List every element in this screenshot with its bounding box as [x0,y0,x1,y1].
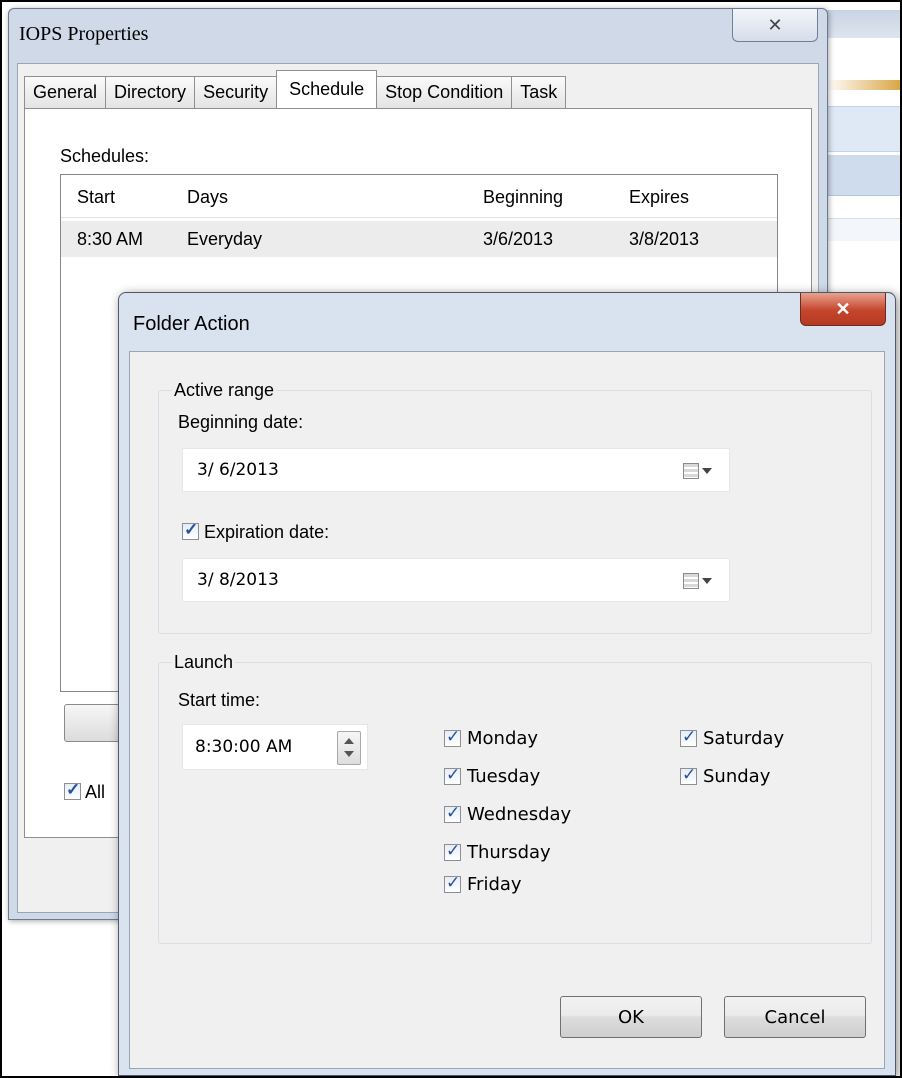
expiration-date-label: Expiration date: [204,522,330,542]
dialog-close-button[interactable]: ✕ [800,293,886,326]
tuesday-checkbox[interactable]: Tuesday [444,765,541,787]
list-header: Start Days Beginning Expires [61,175,777,218]
time-spinner[interactable] [337,731,361,765]
expiration-date-picker[interactable]: 3/ 8/2013 [182,558,730,602]
close-icon: ✕ [767,14,783,35]
expiration-date-value: 3/ 8/2013 [197,570,279,590]
expiration-date-checkbox[interactable]: Expiration date: [182,520,330,543]
start-time-picker[interactable]: 8:30:00 AM [182,724,368,770]
schedule-action-button[interactable] [64,704,126,742]
calendar-icon [683,463,699,479]
background-titlebar [826,10,902,38]
checkbox-checked-icon [444,727,461,747]
column-header-start[interactable]: Start [77,187,115,208]
checkbox-checked-icon [680,727,697,747]
start-time-label: Start time: [178,690,261,710]
calendar-dropdown-button[interactable] [683,461,717,481]
day-label: Saturday [703,728,785,749]
close-icon: ✕ [835,298,851,319]
background-accent [826,80,902,90]
tab-directory[interactable]: Directory [105,76,196,108]
checkbox-checked-icon [444,841,461,861]
all-checkbox[interactable]: All [64,780,106,803]
background-row [826,218,902,241]
checkbox-checked-icon [64,780,81,800]
tab-task[interactable]: Task [511,76,567,108]
monday-checkbox[interactable]: Monday [444,727,539,749]
day-label: Wednesday [467,804,572,825]
background-row [826,106,902,152]
friday-checkbox[interactable]: Friday [444,873,522,895]
spin-up-icon[interactable] [344,738,354,744]
start-time-value: 8:30:00 AM [195,737,293,757]
day-label: Monday [467,728,539,749]
column-header-expires[interactable]: Expires [629,187,689,208]
close-button[interactable]: ✕ [732,9,818,42]
column-header-days[interactable]: Days [187,187,228,208]
background-row-selected [826,155,902,196]
checkbox-checked-icon [182,520,199,540]
launch-group [158,662,872,944]
spin-down-icon[interactable] [344,751,354,757]
beginning-date-label: Beginning date: [178,412,304,432]
calendar-dropdown-button[interactable] [683,571,717,591]
cancel-button[interactable]: Cancel [724,996,866,1038]
chevron-down-icon [702,468,712,474]
sunday-checkbox[interactable]: Sunday [680,765,771,787]
ok-button[interactable]: OK [560,996,702,1038]
active-range-label: Active range [172,380,277,401]
day-label: Friday [467,874,522,895]
chevron-down-icon [702,578,712,584]
background-window [826,10,902,260]
checkbox-checked-icon [444,765,461,785]
dialog-title: Folder Action [133,313,250,335]
day-label: Sunday [703,766,771,787]
tab-stop-condition[interactable]: Stop Condition [376,76,513,108]
thursday-checkbox[interactable]: Thursday [444,841,551,863]
tab-general[interactable]: General [24,76,107,108]
cell-expires: 3/8/2013 [629,229,700,249]
tab-strip: General Directory Security Schedule Stop… [24,70,567,108]
cell-beginning: 3/6/2013 [483,229,554,249]
tab-security[interactable]: Security [194,76,278,108]
checkbox-checked-icon [444,873,461,893]
column-header-beginning[interactable]: Beginning [483,187,563,208]
day-label: Thursday [467,842,551,863]
saturday-checkbox[interactable]: Saturday [680,727,785,749]
cell-start: 8:30 AM [77,229,144,249]
schedules-label: Schedules: [60,146,150,166]
checkbox-checked-icon [444,803,461,823]
calendar-icon [683,573,699,589]
tab-schedule[interactable]: Schedule [276,70,378,108]
beginning-date-picker[interactable]: 3/ 6/2013 [182,448,730,492]
beginning-date-value: 3/ 6/2013 [197,460,279,480]
table-row[interactable]: 8:30 AM Everyday 3/6/2013 3/8/2013 [61,221,777,257]
checkbox-checked-icon [680,765,697,785]
day-label: Tuesday [467,766,541,787]
all-checkbox-label: All [85,782,106,802]
wednesday-checkbox[interactable]: Wednesday [444,803,572,825]
cell-days: Everyday [187,229,263,249]
launch-label: Launch [172,652,236,673]
window-title: IOPS Properties [19,23,149,45]
